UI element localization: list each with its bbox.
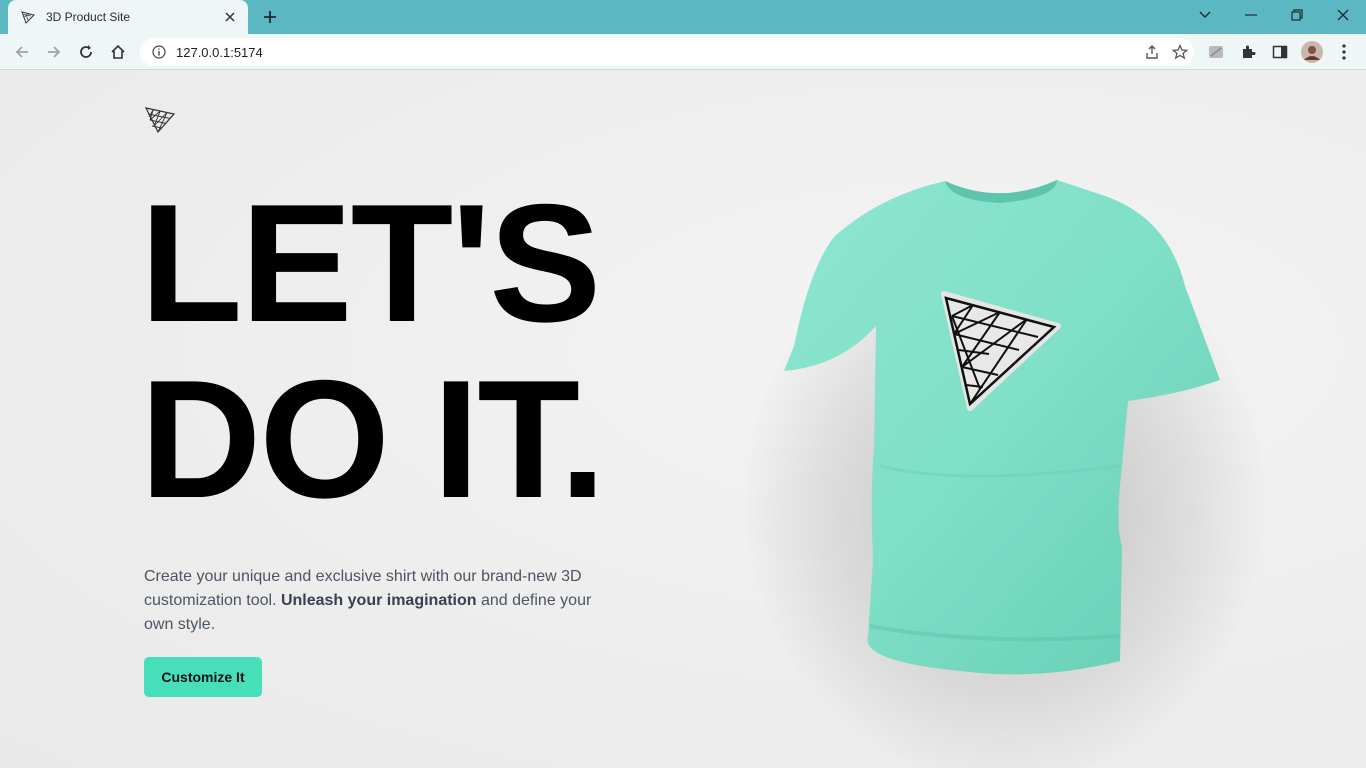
menu-icon[interactable] <box>1330 38 1358 66</box>
tab-search-icon[interactable] <box>1182 0 1228 30</box>
restore-icon[interactable] <box>1274 0 1320 30</box>
site-favicon-icon <box>21 11 35 24</box>
customize-button[interactable]: Customize It <box>144 657 262 697</box>
browser-tab[interactable]: 3D Product Site <box>8 0 248 34</box>
address-bar[interactable]: 127.0.0.1:5174 <box>140 38 1194 66</box>
share-icon[interactable] <box>1138 38 1166 66</box>
browser-toolbar: 127.0.0.1:5174 <box>0 34 1366 70</box>
tshirt-3d-model[interactable] <box>760 166 1240 696</box>
profile-avatar-icon[interactable] <box>1298 38 1326 66</box>
star-icon[interactable] <box>1166 38 1194 66</box>
info-icon[interactable] <box>152 45 166 59</box>
new-tab-icon[interactable] <box>258 6 282 28</box>
tab-title: 3D Product Site <box>46 10 131 24</box>
headline-line-1: LET'S <box>140 169 601 357</box>
url-text[interactable]: 127.0.0.1:5174 <box>176 45 1138 60</box>
brand-logo-icon <box>144 107 176 134</box>
back-icon[interactable] <box>8 38 36 66</box>
hero-headline: LET'S DO IT. <box>140 169 606 533</box>
page-content: LET'S DO IT. Create your unique and excl… <box>0 71 1366 768</box>
headline-line-2: DO IT. <box>140 345 606 533</box>
desc-bold: Unleash your imagination <box>280 592 477 609</box>
home-icon[interactable] <box>104 38 132 66</box>
close-window-icon[interactable] <box>1320 0 1366 30</box>
minimize-icon[interactable] <box>1228 0 1274 30</box>
forward-icon[interactable] <box>40 38 68 66</box>
extension-action-icon[interactable] <box>1202 38 1230 66</box>
tab-close-icon[interactable] <box>222 9 238 25</box>
sidepanel-icon[interactable] <box>1266 38 1294 66</box>
extensions-icon[interactable] <box>1234 38 1262 66</box>
hero-description: Create your unique and exclusive shirt w… <box>144 565 604 637</box>
browser-tab-strip: 3D Product Site <box>0 0 1366 34</box>
reload-icon[interactable] <box>72 38 100 66</box>
